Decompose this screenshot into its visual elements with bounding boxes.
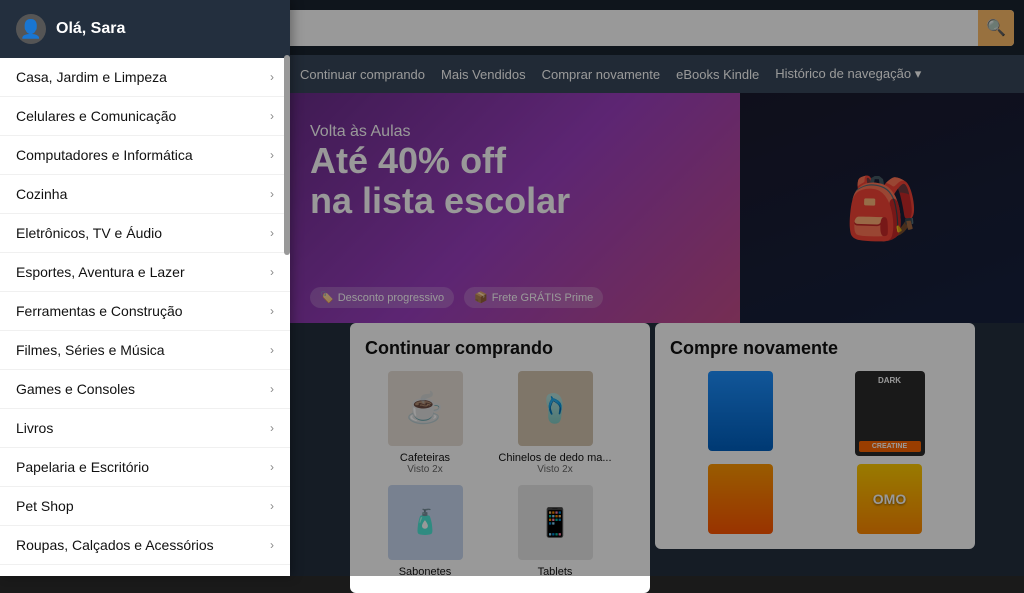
chevron-right-icon: › [270, 265, 274, 279]
sidebar-item-label: Pet Shop [16, 498, 74, 514]
sidebar-item-label: Filmes, Séries e Música [16, 342, 165, 358]
sidebar-item-label: Cozinha [16, 186, 67, 202]
avatar-icon: 👤 [20, 19, 42, 40]
sidebar: 👤 Olá, Sara Casa, Jardim e Limpeza › Cel… [0, 0, 290, 576]
sidebar-item-filmes[interactable]: Filmes, Séries e Música › [0, 331, 290, 370]
sidebar-item-label: Papelaria e Escritório [16, 459, 149, 475]
sidebar-item-computadores[interactable]: Computadores e Informática › [0, 136, 290, 175]
sidebar-item-casa[interactable]: Casa, Jardim e Limpeza › [0, 58, 290, 97]
sidebar-item-livros[interactable]: Livros › [0, 409, 290, 448]
sidebar-item-games[interactable]: Games e Consoles › [0, 370, 290, 409]
chevron-right-icon: › [270, 538, 274, 552]
chevron-right-icon: › [270, 187, 274, 201]
see-less-button[interactable]: ver menos ∧ [0, 565, 290, 576]
sidebar-item-roupas[interactable]: Roupas, Calçados e Acessórios › [0, 526, 290, 565]
sidebar-scrollbar[interactable] [284, 55, 290, 255]
user-avatar: 👤 [16, 14, 46, 44]
chevron-right-icon: › [270, 499, 274, 513]
sidebar-item-label: Games e Consoles [16, 381, 135, 397]
chevron-right-icon: › [270, 148, 274, 162]
sidebar-item-ferramentas[interactable]: Ferramentas e Construção › [0, 292, 290, 331]
chevron-right-icon: › [270, 70, 274, 84]
sidebar-item-eletronicos[interactable]: Eletrônicos, TV e Áudio › [0, 214, 290, 253]
sidebar-item-label: Roupas, Calçados e Acessórios [16, 537, 214, 553]
chevron-right-icon: › [270, 109, 274, 123]
chevron-right-icon: › [270, 460, 274, 474]
sidebar-item-esportes[interactable]: Esportes, Aventura e Lazer › [0, 253, 290, 292]
sidebar-item-label: Casa, Jardim e Limpeza [16, 69, 167, 85]
sidebar-item-papelaria[interactable]: Papelaria e Escritório ← › [0, 448, 290, 487]
sidebar-item-petshop[interactable]: Pet Shop › [0, 487, 290, 526]
sidebar-item-label: Celulares e Comunicação [16, 108, 176, 124]
chevron-right-icon: › [270, 421, 274, 435]
sidebar-item-label: Esportes, Aventura e Lazer [16, 264, 185, 280]
sidebar-item-label: Livros [16, 420, 53, 436]
sidebar-header: 👤 Olá, Sara [0, 0, 290, 58]
sidebar-item-cozinha[interactable]: Cozinha › [0, 175, 290, 214]
chevron-right-icon: › [270, 382, 274, 396]
sidebar-item-label: Ferramentas e Construção [16, 303, 183, 319]
sidebar-item-celulares[interactable]: Celulares e Comunicação › [0, 97, 290, 136]
chevron-right-icon: › [270, 343, 274, 357]
sidebar-item-label: Computadores e Informática [16, 147, 193, 163]
sidebar-greeting: Olá, Sara [56, 20, 125, 38]
sidebar-item-label: Eletrônicos, TV e Áudio [16, 225, 162, 241]
chevron-right-icon: › [270, 226, 274, 240]
chevron-right-icon: › [270, 304, 274, 318]
dim-overlay[interactable] [290, 0, 1024, 576]
